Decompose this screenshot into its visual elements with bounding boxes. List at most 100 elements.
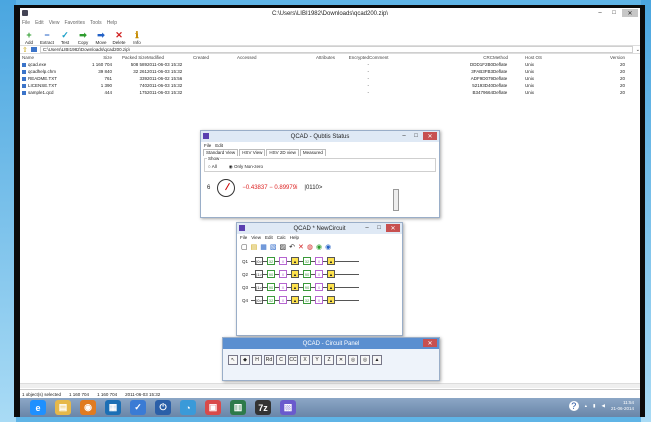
file-row[interactable]: qcadhelp.chm 39 840 32 261 2011-06-03 15:3… xyxy=(20,68,640,75)
taskbar-qcad-icon[interactable]: ▧ xyxy=(280,400,296,415)
close-button[interactable]: ✕ xyxy=(622,9,638,17)
gate[interactable]: 32 xyxy=(303,257,311,265)
gate-tool-button[interactable]: X xyxy=(300,355,310,365)
gate[interactable]: X xyxy=(315,257,323,265)
menu-file[interactable]: File xyxy=(204,143,211,148)
gate[interactable]: 32 xyxy=(267,257,275,265)
gate-tool-button[interactable]: Z xyxy=(324,355,334,365)
gate-tool-button[interactable]: ✕ xyxy=(336,355,346,365)
save-icon[interactable]: ▦ xyxy=(260,243,267,251)
menu-help[interactable]: Help xyxy=(107,20,117,26)
file-row[interactable]: sample1.qcd 444 175 2011-06-03 15:32 - B3479… xyxy=(20,89,640,96)
close-button[interactable]: ✕ xyxy=(386,224,400,232)
gate-tool-button[interactable]: CC xyxy=(288,355,298,365)
toolbar-copy-button[interactable]: ➡ Copy xyxy=(76,31,90,46)
gate[interactable]: ▲ xyxy=(327,270,335,278)
gate[interactable]: X xyxy=(315,296,323,304)
qubit-status-scrollbar[interactable] xyxy=(393,189,399,211)
gate[interactable]: ▲ xyxy=(291,296,299,304)
menu-edit[interactable]: Edit xyxy=(35,20,44,26)
gate-tool-button[interactable]: C xyxy=(276,355,286,365)
column-header-encrypted[interactable]: Encrypted xyxy=(335,55,369,60)
column-header-method[interactable]: Method xyxy=(493,55,525,60)
minimize-button[interactable]: – xyxy=(399,132,409,140)
gate[interactable]: X xyxy=(279,296,287,304)
gate[interactable]: X xyxy=(315,270,323,278)
gate-tool-button[interactable]: ◎ xyxy=(348,355,358,365)
gate-tool-button[interactable]: H xyxy=(252,355,262,365)
toolbar-add-button[interactable]: + Add xyxy=(22,31,36,46)
gate-tool-button[interactable]: Rd xyxy=(264,355,274,365)
gate[interactable]: 90 xyxy=(303,270,311,278)
menu-view[interactable]: View xyxy=(49,20,60,26)
close-button[interactable]: ✕ xyxy=(423,132,437,140)
column-header-accessed[interactable]: Accessed xyxy=(237,55,277,60)
minimize-button[interactable]: – xyxy=(594,9,606,17)
gate[interactable]: X xyxy=(315,283,323,291)
print-icon[interactable]: ▨ xyxy=(280,243,287,251)
gate[interactable]: |0> xyxy=(255,257,263,265)
tray-arrow-icon[interactable]: ▴ xyxy=(585,403,587,409)
clock[interactable]: 11:54 21-06-2014 xyxy=(611,400,634,412)
toolbar-extract-button[interactable]: − Extract xyxy=(40,31,54,46)
save-as-icon[interactable]: ▧ xyxy=(270,243,277,251)
undo-icon[interactable]: ↶ xyxy=(289,243,295,251)
column-header-name[interactable]: Name xyxy=(20,55,82,60)
menu-tools[interactable]: Tools xyxy=(90,20,102,26)
file-row[interactable]: qcad.exe 1 160 704 508 589 2011-06-03 15:3… xyxy=(20,61,640,68)
taskbar-app7-icon[interactable]: ◔ xyxy=(180,400,196,415)
menu-favorites[interactable]: Favorites xyxy=(64,20,85,26)
column-header-version[interactable]: Version xyxy=(585,55,625,60)
radio-nonzero[interactable]: ◉ Only Non-zero xyxy=(229,164,263,170)
taskbar-app5-icon[interactable]: ✓ xyxy=(130,400,146,415)
taskbar-app4-icon[interactable]: ▦ xyxy=(105,400,121,415)
taskbar-app8-icon[interactable]: ▣ xyxy=(205,400,221,415)
gate[interactable]: ▲ xyxy=(291,257,299,265)
gate[interactable]: ▲ xyxy=(327,283,335,291)
gate[interactable]: 32 xyxy=(267,296,275,304)
taskbar-media-icon[interactable]: ◉ xyxy=(80,400,96,415)
column-header-size[interactable]: Size xyxy=(82,55,112,60)
toolbar-move-button[interactable]: ➡ Move xyxy=(94,31,108,46)
horizontal-scrollbar[interactable] xyxy=(20,383,640,388)
gate[interactable]: ▲ xyxy=(327,296,335,304)
gate-tool-button[interactable]: ◆ xyxy=(240,355,250,365)
gate[interactable]: |1> xyxy=(255,270,263,278)
column-header-attributes[interactable]: Attributes xyxy=(277,55,335,60)
taskbar-explorer-icon[interactable]: ▤ xyxy=(55,400,71,415)
gate-tool-button[interactable]: ↖ xyxy=(228,355,238,365)
gate-tool-button[interactable]: ◎ xyxy=(360,355,370,365)
gate[interactable]: X xyxy=(279,257,287,265)
gate-tool-button[interactable]: Y xyxy=(312,355,322,365)
menu-calc[interactable]: Calc xyxy=(277,235,286,240)
stop-icon[interactable]: ◍ xyxy=(307,243,313,251)
maximize-button[interactable]: □ xyxy=(608,9,620,17)
toolbar-delete-button[interactable]: ✕ Delete xyxy=(112,31,126,46)
menu-edit[interactable]: Edit xyxy=(265,235,273,240)
column-header-crc[interactable]: CRC xyxy=(429,55,493,60)
tab-measured[interactable]: Measured xyxy=(299,149,326,156)
file-row[interactable]: LICENSE.TXT 1 390 740 2011-06-03 15:32 - 521… xyxy=(20,82,640,89)
gate-tool-button[interactable]: ▲ xyxy=(372,355,382,365)
delete-icon[interactable]: ✕ xyxy=(298,243,304,251)
menu-file[interactable]: File xyxy=(240,235,247,240)
gate[interactable]: 32 xyxy=(303,296,311,304)
toolbar-info-button[interactable]: ℹ Info xyxy=(130,31,144,46)
new-icon[interactable]: ▢ xyxy=(241,243,248,251)
gate[interactable]: 90 xyxy=(267,283,275,291)
chevron-down-icon[interactable]: ⌄ xyxy=(636,47,640,53)
gate[interactable]: X xyxy=(279,283,287,291)
column-header-modified[interactable]: Modified xyxy=(147,55,193,60)
taskbar-ie-icon[interactable]: e xyxy=(30,400,46,415)
address-input[interactable]: C:\Users\LIBI1982\Downloads\qcad200.zip\ xyxy=(39,46,633,53)
maximize-button[interactable]: □ xyxy=(374,224,384,232)
column-header-created[interactable]: Created xyxy=(193,55,237,60)
help-icon[interactable]: ? xyxy=(568,401,579,411)
open-icon[interactable]: ▤ xyxy=(251,243,258,251)
gate[interactable]: ▲ xyxy=(291,283,299,291)
toolbar-test-button[interactable]: ✓ Test xyxy=(58,31,72,46)
up-folder-icon[interactable]: ⇧ xyxy=(22,46,28,54)
help-icon[interactable]: ◉ xyxy=(325,243,331,251)
gate[interactable]: ▲ xyxy=(291,270,299,278)
gate[interactable]: |1> xyxy=(255,283,263,291)
